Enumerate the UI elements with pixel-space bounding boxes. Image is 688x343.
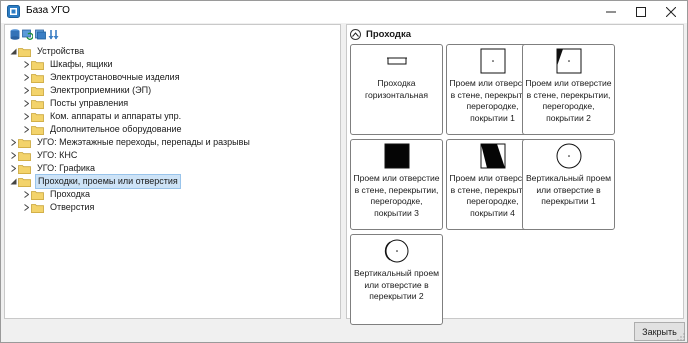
folder-icon (18, 149, 32, 162)
filled-square-symbol (351, 142, 442, 170)
folder-icon (18, 175, 32, 188)
tree-node-label: Проходка (50, 189, 90, 199)
folder-icon (31, 110, 45, 123)
tree-node[interactable]: Посты управления (21, 97, 130, 110)
tree-node[interactable]: Проходка (21, 188, 92, 201)
import-button[interactable] (35, 28, 46, 40)
close-window-button[interactable] (656, 1, 686, 23)
folder-icon (18, 136, 32, 149)
symbol-tile[interactable]: Проем или отверстие в стене, перекрытии,… (350, 139, 443, 230)
symbol-caption: Проем или отверстие в стене, перекрытии,… (353, 173, 440, 218)
folder-icon (31, 84, 45, 97)
sort-button[interactable] (48, 28, 59, 40)
close-icon (666, 7, 676, 17)
symbol-tile[interactable]: Вертикальный проем или отверстие в перек… (522, 139, 615, 230)
symbol-tile[interactable]: Проем или отверстие в стене, перекрытии,… (522, 44, 615, 135)
app-window: База УГО Устройства Шкафы, ящики Электро… (0, 0, 688, 343)
tree-node-label: Электроприемники (ЭП) (50, 85, 152, 95)
expand-arrow-icon[interactable] (8, 136, 18, 149)
circle-opening-symbol (523, 142, 614, 170)
tree-node-label: Дополнительное оборудование (50, 124, 182, 134)
tree-node-label: Ком. аппараты и аппараты упр. (50, 111, 182, 121)
expand-arrow-icon[interactable] (21, 123, 31, 136)
maximize-icon (636, 7, 646, 17)
minimize-icon (606, 11, 616, 13)
collapse-section-icon[interactable] (350, 28, 361, 40)
tree-node[interactable]: Электроустановочные изделия (21, 71, 182, 84)
symbol-tile[interactable]: Вертикальный проем или отверстие в перек… (350, 234, 443, 325)
maximize-button[interactable] (626, 1, 656, 23)
tree-node-selected[interactable]: Проходки, проемы или отверстия (8, 174, 181, 189)
tree-node[interactable]: УГО: Межэтажные переходы, перепады и раз… (8, 136, 252, 149)
expand-arrow-icon[interactable] (21, 58, 31, 71)
expand-arrow-icon[interactable] (21, 71, 31, 84)
collapse-arrow-icon[interactable] (8, 175, 18, 188)
tree-node-label: Электроустановочные изделия (50, 72, 180, 82)
folder-icon (31, 58, 45, 71)
skewed-opening-symbol (523, 47, 614, 75)
minimize-button[interactable] (596, 1, 626, 23)
import-icon (35, 29, 46, 39)
database-button[interactable] (9, 28, 20, 40)
resize-grip-icon[interactable] (677, 333, 685, 341)
folder-icon (31, 188, 45, 201)
expand-arrow-icon[interactable] (21, 201, 31, 214)
expand-arrow-icon[interactable] (21, 97, 31, 110)
tree-node[interactable]: Ком. аппараты и аппараты упр. (21, 110, 183, 123)
tree-panel: Устройства Шкафы, ящики Электроустановоч… (4, 24, 341, 319)
window-title: База УГО (26, 5, 70, 16)
double-circle-opening-symbol (351, 237, 442, 265)
tree-node[interactable]: Устройства (8, 45, 86, 58)
expand-arrow-icon[interactable] (8, 149, 18, 162)
bottom-bar: Закрыть (1, 321, 687, 343)
tree-node-label: УГО: КНС (37, 150, 78, 160)
symbol-caption: Вертикальный проем или отверстие в перек… (353, 268, 440, 301)
tree-node-label: УГО: Межэтажные переходы, перепады и раз… (37, 137, 250, 147)
tree-node-label: Устройства (37, 46, 85, 56)
folder-icon (31, 97, 45, 110)
folder-icon (18, 162, 32, 175)
tree-node-label: Посты управления (50, 98, 129, 108)
collapse-arrow-icon[interactable] (8, 45, 18, 58)
horizontal-passage-symbol (351, 47, 442, 75)
tree-node-label: Отверстия (50, 202, 95, 212)
tree-node[interactable]: Шкафы, ящики (21, 58, 115, 71)
app-icon (7, 5, 20, 18)
sort-icon (48, 29, 59, 39)
tree-node[interactable]: Дополнительное оборудование (21, 123, 184, 136)
folder-icon (31, 123, 45, 136)
expand-arrow-icon[interactable] (21, 84, 31, 97)
symbol-caption: Вертикальный проем или отверстие в перек… (525, 173, 612, 206)
refresh-icon (22, 29, 33, 40)
folder-icon (31, 201, 45, 214)
tree-node-label: Проходки, проемы или отверстия (35, 174, 181, 189)
tree-node[interactable]: Отверстия (21, 201, 96, 214)
expand-arrow-icon[interactable] (8, 162, 18, 175)
symbol-caption: Проходка горизонтальная (365, 78, 428, 100)
database-icon (10, 28, 19, 40)
section-title: Проходка (366, 28, 411, 40)
symbols-panel: Проходка Проходка горизонтальная Проем и… (346, 24, 684, 325)
expand-arrow-icon[interactable] (21, 110, 31, 123)
section-header[interactable]: Проходка (347, 25, 683, 43)
tree-node[interactable]: УГО: КНС (8, 149, 79, 162)
symbol-caption: Проем или отверстие в стене, перекрытии,… (525, 78, 612, 123)
folder-icon (31, 71, 45, 84)
title-bar[interactable]: База УГО (1, 1, 687, 23)
tree-node-label: Шкафы, ящики (50, 59, 113, 69)
expand-arrow-icon[interactable] (21, 188, 31, 201)
panel-splitter[interactable] (342, 24, 345, 319)
folder-icon (18, 45, 32, 58)
tree-node[interactable]: Электроприемники (ЭП) (21, 84, 153, 97)
refresh-button[interactable] (22, 28, 33, 40)
symbol-tile[interactable]: Проходка горизонтальная (350, 44, 443, 135)
tree-toolbar (9, 28, 59, 42)
